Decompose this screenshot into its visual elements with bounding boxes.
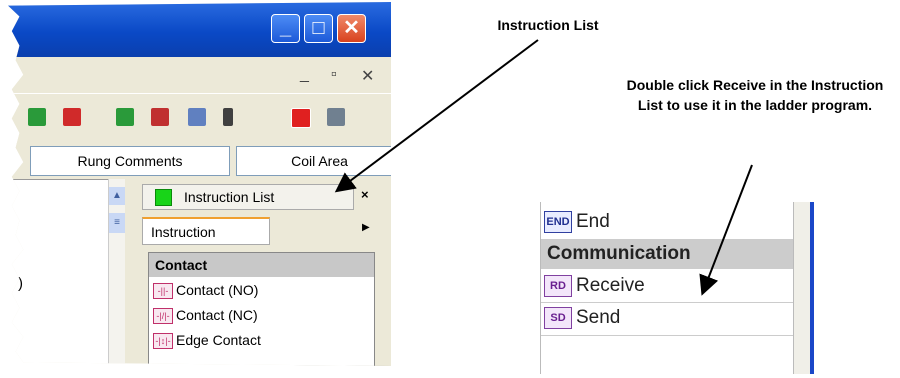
arrow-to-instruction-list — [334, 39, 539, 193]
arrow-to-receive — [699, 164, 753, 296]
annotation-arrows — [334, 39, 753, 296]
